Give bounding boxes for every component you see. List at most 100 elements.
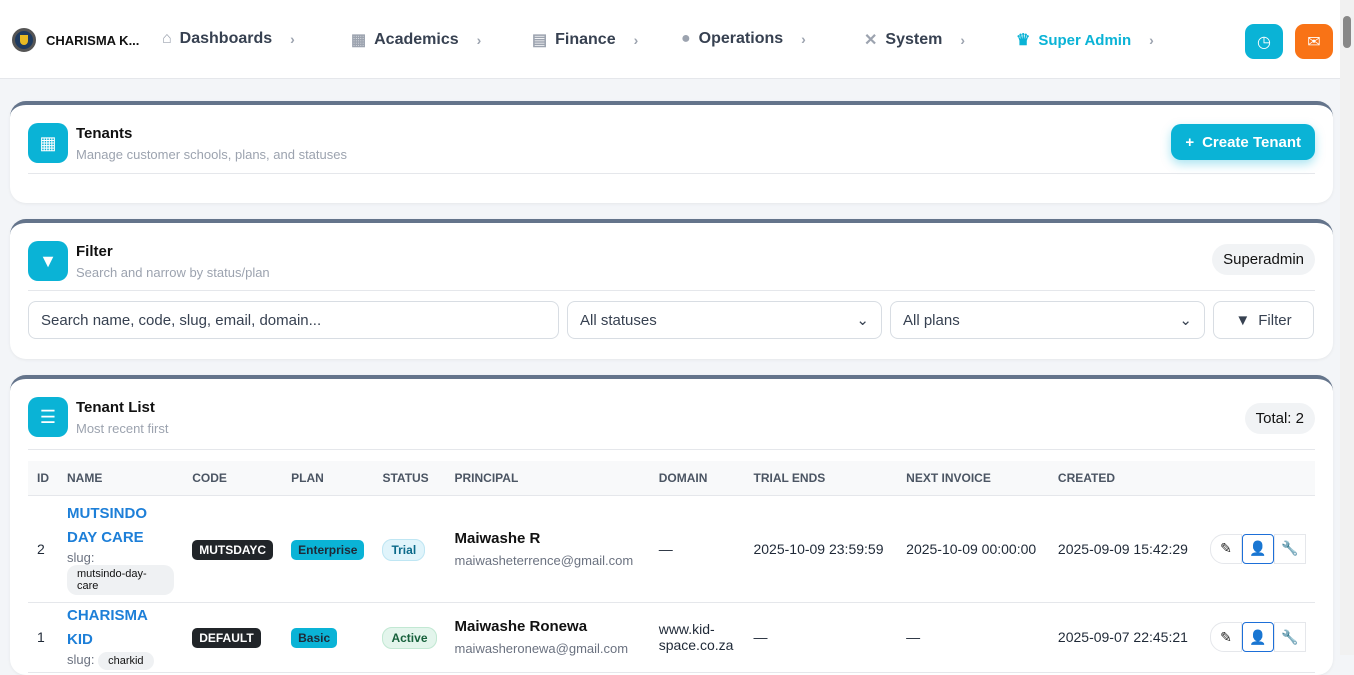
filter-button[interactable]: ▼ Filter bbox=[1213, 301, 1314, 339]
chevron-right-icon: › bbox=[633, 32, 639, 48]
settings-button[interactable]: 🔧 bbox=[1274, 533, 1306, 564]
chevron-right-icon: › bbox=[290, 31, 295, 47]
nav-super-admin[interactable]: ♛ Super Admin › bbox=[1016, 30, 1154, 50]
impersonate-button[interactable]: 👤 bbox=[1242, 622, 1274, 652]
column-header: STATUS bbox=[373, 461, 446, 496]
next-invoice: 2025-10-09 00:00:00 bbox=[897, 495, 1049, 603]
status-select[interactable]: All statuses ⌄ bbox=[567, 301, 882, 339]
nav-label: Finance bbox=[555, 31, 616, 48]
created: 2025-09-09 15:42:29 bbox=[1048, 495, 1201, 603]
table-row: 2 MUTSINDO DAY CARE slug: mutsindo-day-car… bbox=[28, 495, 1315, 603]
plan-value: All plans bbox=[903, 311, 960, 329]
tenant-id: 1 bbox=[28, 602, 58, 673]
nav-system[interactable]: ✕ System › bbox=[864, 30, 965, 50]
envelope-icon: ✉ bbox=[1307, 33, 1321, 51]
created: 2025-09-07 22:45:21 bbox=[1048, 602, 1201, 673]
principal-email: maiwasheterrence@gmail.com bbox=[454, 552, 634, 568]
nav-label: Academics bbox=[374, 31, 459, 48]
search-input[interactable]: Search name, code, slug, email, domain..… bbox=[28, 301, 559, 339]
school-logo-icon bbox=[12, 28, 36, 52]
divider bbox=[28, 173, 1315, 174]
chevron-down-icon: ⌄ bbox=[856, 312, 869, 329]
card-title: Tenant List bbox=[76, 399, 155, 416]
card-subtitle: Most recent first bbox=[76, 421, 169, 436]
table-row: 1 CHARISMA KID slug: charkid DEFAULT Basi… bbox=[28, 602, 1315, 673]
edit-button[interactable]: ✎ bbox=[1210, 622, 1242, 652]
plan-badge: Basic bbox=[291, 628, 338, 648]
column-header: NAME bbox=[58, 461, 184, 496]
user-icon: 👤 bbox=[1249, 628, 1267, 645]
role-badge: Superadmin bbox=[1212, 244, 1315, 275]
status-badge: Trial bbox=[382, 538, 426, 561]
edit-button[interactable]: ✎ bbox=[1210, 533, 1242, 564]
scrollbar-thumb[interactable] bbox=[1343, 16, 1351, 48]
tenant-list-card: ☰ Tenant List Most recent first Total: 2 I… bbox=[10, 375, 1333, 675]
plus-icon: + bbox=[1185, 133, 1195, 151]
clock-icon: ◷ bbox=[1257, 33, 1271, 51]
home-icon: ⌂ bbox=[162, 30, 172, 47]
status-value: All statuses bbox=[580, 311, 657, 329]
search-placeholder: Search name, code, slug, email, domain..… bbox=[41, 311, 322, 329]
chevron-right-icon: › bbox=[960, 32, 965, 48]
comments-icon: ● bbox=[681, 30, 691, 47]
column-header: NEXT INVOICE bbox=[897, 461, 1049, 496]
top-nav: CHARISMA K... ⌂ Dashboards › ▦ Academics › ▤… bbox=[0, 0, 1340, 79]
slug-label: slug: bbox=[67, 652, 95, 667]
crown-icon: ♛ bbox=[1016, 32, 1031, 49]
filter-icon: ▼ bbox=[28, 241, 68, 281]
create-tenant-button[interactable]: + Create Tenant bbox=[1171, 124, 1315, 160]
principal-name: Maiwashe R bbox=[454, 529, 541, 547]
brand[interactable]: CHARISMA K... bbox=[12, 28, 139, 52]
wrench-icon: 🔧 bbox=[1281, 540, 1299, 556]
code-badge: MUTSDAYC bbox=[192, 539, 274, 560]
slug-label: slug: bbox=[67, 550, 95, 565]
domain: www.kid-space.co.za bbox=[649, 602, 745, 673]
column-header: CODE bbox=[183, 461, 283, 496]
user-icon: 👤 bbox=[1249, 540, 1267, 556]
principal-name: Maiwashe Ronewa bbox=[454, 618, 588, 635]
impersonate-button[interactable]: 👤 bbox=[1242, 533, 1274, 564]
trial-ends: 2025-10-09 23:59:59 bbox=[744, 495, 898, 603]
tenants-card: ▦ Tenants Manage customer schools, plans, … bbox=[10, 101, 1333, 203]
nav-label: System bbox=[885, 31, 943, 48]
nav-finance[interactable]: ▤ Finance › bbox=[532, 30, 638, 50]
nav-dashboards[interactable]: ⌂ Dashboards › bbox=[162, 30, 295, 48]
button-label: Create Tenant bbox=[1202, 133, 1301, 151]
settings-button[interactable]: 🔧 bbox=[1274, 622, 1306, 652]
wrench-icon: 🔧 bbox=[1281, 628, 1299, 645]
clock-button[interactable]: ◷ bbox=[1245, 24, 1283, 59]
plan-select[interactable]: All plans ⌄ bbox=[890, 301, 1205, 339]
nav-operations[interactable]: ● Operations › bbox=[681, 30, 806, 48]
total-badge: Total: 2 bbox=[1244, 403, 1315, 434]
card-subtitle: Search and narrow by status/plan bbox=[76, 265, 270, 280]
file-invoice-icon: ▤ bbox=[532, 32, 548, 49]
nav-academics[interactable]: ▦ Academics › bbox=[351, 30, 481, 50]
divider bbox=[28, 290, 1315, 291]
scrollbar[interactable] bbox=[1340, 0, 1354, 655]
chevron-down-icon: ⌄ bbox=[1179, 312, 1192, 329]
slug-tag: mutsindo-day-care bbox=[67, 565, 175, 595]
pencil-icon: ✎ bbox=[1220, 628, 1232, 645]
tenant-name-link[interactable]: MUTSINDO DAY CARE bbox=[67, 502, 174, 550]
column-header: PLAN bbox=[282, 461, 374, 496]
column-header: CREATED bbox=[1048, 461, 1201, 496]
column-header: TRIAL ENDS bbox=[744, 461, 898, 496]
tenant-table: ID NAME CODE PLAN STATUS PRINCIPAL DOMAI… bbox=[28, 461, 1315, 673]
list-icon: ☰ bbox=[28, 397, 68, 437]
building-icon: ▦ bbox=[28, 123, 68, 163]
chevron-right-icon: › bbox=[801, 31, 806, 47]
card-title: Filter bbox=[76, 243, 113, 260]
nav-label: Super Admin bbox=[1038, 31, 1132, 49]
status-badge: Active bbox=[382, 627, 437, 649]
card-subtitle: Manage customer schools, plans, and stat… bbox=[76, 147, 347, 162]
plan-badge: Enterprise bbox=[291, 539, 365, 560]
mail-button[interactable]: ✉ bbox=[1295, 24, 1333, 59]
filter-card: ▼ Filter Search and narrow by status/plan … bbox=[10, 219, 1333, 359]
principal-email: maiwasheronewa@gmail.com bbox=[454, 641, 629, 656]
nav-label: Operations bbox=[698, 30, 784, 47]
tenant-name-link[interactable]: CHARISMA KID bbox=[67, 604, 174, 652]
divider bbox=[28, 449, 1315, 450]
column-header: PRINCIPAL bbox=[445, 461, 650, 496]
nav-label: Dashboards bbox=[179, 30, 273, 47]
chevron-right-icon: › bbox=[476, 32, 482, 48]
